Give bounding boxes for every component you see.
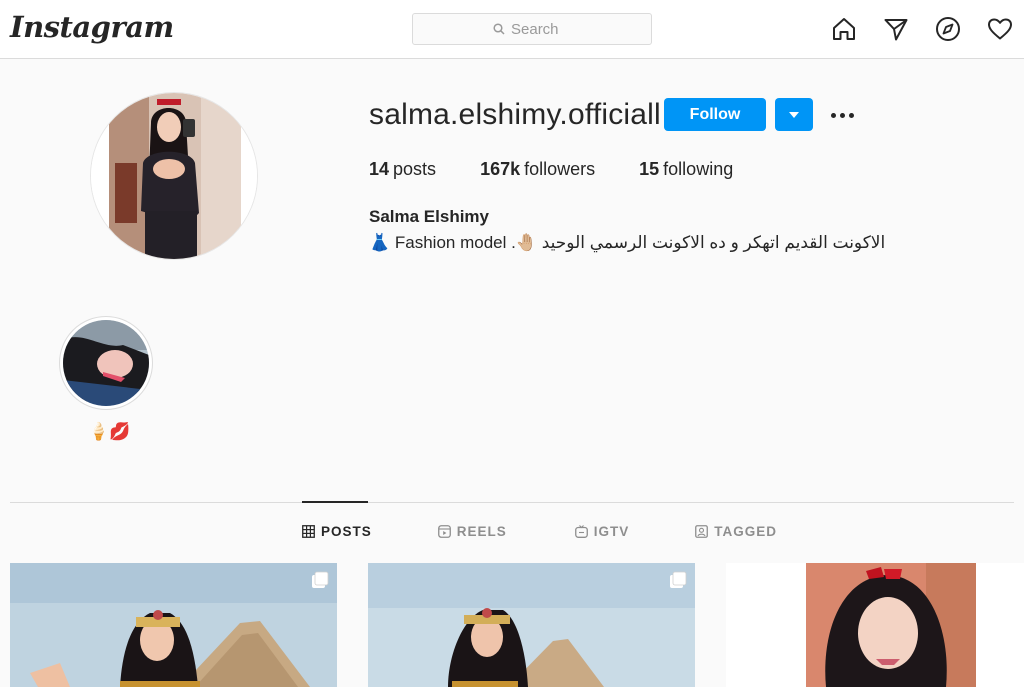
direct-icon[interactable]	[882, 15, 910, 43]
profile-bio: الاكونت القديم اتهكر و ده الاكونت الرسمي…	[369, 233, 886, 252]
story-highlight[interactable]: 🍦💋	[58, 316, 154, 441]
tab-tagged-label: TAGGED	[714, 524, 778, 539]
profile-photo	[91, 93, 257, 259]
post-image	[10, 563, 337, 687]
caret-down-icon	[789, 111, 799, 118]
followers-label: followers	[524, 159, 596, 179]
home-icon[interactable]	[830, 15, 858, 43]
profile-avatar[interactable]	[90, 92, 258, 260]
nav-icons	[830, 15, 1014, 43]
highlight-cover	[63, 320, 149, 406]
profile-username: salma.elshimy.officiall	[369, 98, 661, 131]
tab-posts[interactable]: POSTS	[302, 524, 372, 539]
carousel-icon	[670, 571, 687, 588]
carousel-icon	[312, 571, 329, 588]
post-thumbnail[interactable]	[726, 563, 1024, 687]
followers-number: 167k	[480, 159, 521, 179]
dot	[839, 112, 845, 118]
profile-tabs: POSTS REELS IGTV TAGGED	[302, 524, 777, 539]
highlight-ring	[59, 316, 153, 410]
highlight-label: 🍦💋	[88, 422, 131, 441]
following-link[interactable]: 15 following	[639, 159, 733, 180]
tab-reels[interactable]: REELS	[437, 524, 507, 539]
search-input[interactable]	[511, 20, 571, 38]
post-image	[368, 563, 695, 687]
tab-igtv[interactable]: IGTV	[574, 524, 630, 539]
tab-igtv-label: IGTV	[593, 524, 630, 539]
suggested-accounts-dropdown-button[interactable]	[775, 98, 813, 131]
profile-stats: 14 posts 167k followers 15 following	[369, 159, 777, 180]
explore-icon[interactable]	[934, 15, 962, 43]
top-navigation-bar: Instagram	[0, 0, 1024, 59]
tab-tagged[interactable]: TAGGED	[695, 524, 777, 539]
post-image	[726, 563, 1024, 687]
dot	[848, 112, 854, 118]
posts-label: posts	[393, 159, 437, 179]
search-icon	[493, 23, 505, 35]
tab-posts-label: POSTS	[321, 524, 372, 539]
following-number: 15	[639, 159, 660, 179]
tabs-divider	[10, 502, 1014, 503]
dot	[830, 112, 836, 118]
follow-button[interactable]: Follow	[664, 98, 766, 131]
profile-full-name: Salma Elshimy	[369, 207, 490, 226]
posts-number: 14	[369, 159, 390, 179]
active-tab-indicator	[302, 501, 368, 503]
search-box[interactable]	[412, 13, 652, 45]
post-thumbnail[interactable]	[10, 563, 337, 687]
activity-heart-icon[interactable]	[986, 15, 1014, 43]
reels-icon	[437, 525, 451, 538]
tagged-icon	[695, 525, 709, 538]
more-options-button[interactable]	[826, 104, 858, 126]
post-thumbnail[interactable]	[368, 563, 695, 687]
instagram-logo[interactable]: Instagram	[10, 10, 174, 44]
posts-count: 14 posts	[369, 159, 436, 180]
following-label: following	[663, 159, 734, 179]
tab-reels-label: REELS	[456, 524, 507, 539]
grid-icon	[302, 525, 315, 538]
igtv-icon	[574, 525, 588, 538]
followers-link[interactable]: 167k followers	[480, 159, 595, 180]
